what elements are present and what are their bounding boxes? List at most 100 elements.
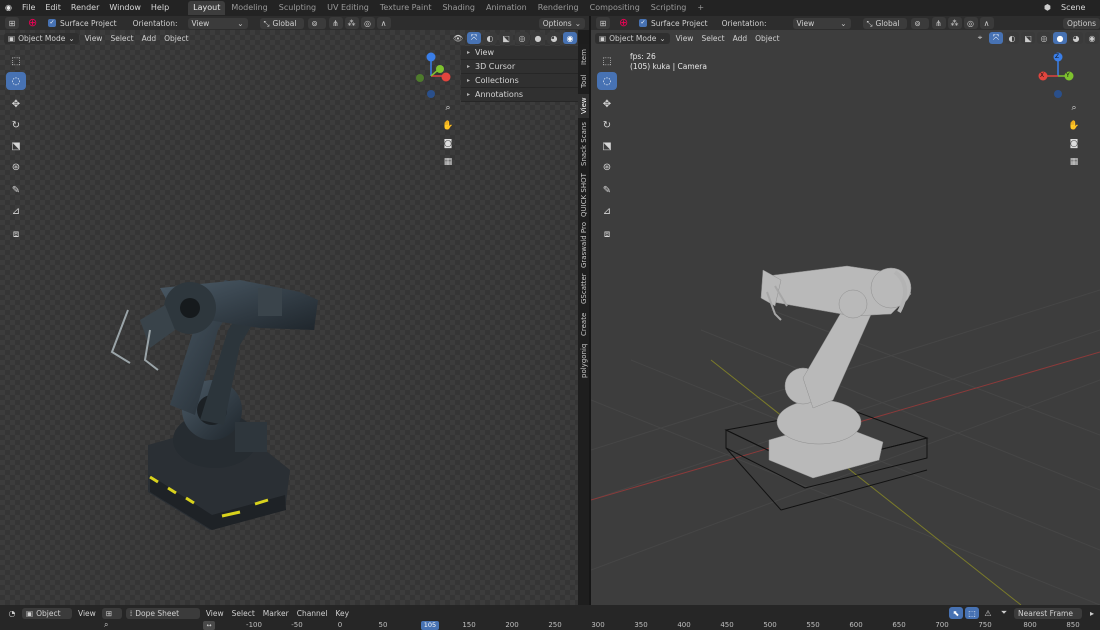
surface-project-checkbox[interactable]: ✓ — [639, 19, 647, 27]
dope-menu-select[interactable]: Select — [228, 609, 259, 618]
dope-sheet-mode-dropdown[interactable]: ⁞ Dope Sheet — [125, 607, 200, 619]
panel-annotations[interactable]: ▸ Annotations — [461, 88, 578, 102]
warning-icon[interactable]: ⚠ — [981, 607, 995, 619]
add-cube-tool-icon[interactable]: ⧈ — [6, 225, 26, 243]
orientation-dropdown[interactable]: View ⌄ — [792, 17, 851, 29]
camera-view-icon[interactable]: ◙ — [440, 136, 456, 152]
menu-window[interactable]: Window — [104, 0, 146, 16]
select-circle-tool[interactable]: ◌ — [6, 72, 26, 90]
only-selected-icon[interactable]: ⬉ — [949, 607, 963, 619]
add-cube-tool-icon[interactable]: ⧈ — [597, 225, 617, 243]
transform-tool-icon[interactable]: ⊛ — [597, 158, 617, 176]
snapping-mode-dropdown[interactable]: Nearest Frame — [1014, 607, 1082, 619]
annotate-tool-icon[interactable]: ✎ — [6, 181, 26, 199]
tab-compositing[interactable]: Compositing — [585, 1, 645, 15]
snap-icon[interactable]: ⋔ — [931, 17, 946, 29]
menu-render[interactable]: Render — [66, 0, 104, 16]
xray-toggle-icon[interactable]: ⬕ — [1021, 32, 1035, 44]
tab-shading[interactable]: Shading — [437, 1, 480, 15]
editor-type-icon[interactable]: ⊞ — [5, 17, 19, 29]
scale-tool-icon[interactable]: ⬔ — [6, 137, 26, 155]
pan-hand-icon[interactable]: ✋ — [440, 118, 456, 134]
cursor-tool-icon[interactable]: ⊕ — [28, 17, 42, 29]
menu-object[interactable]: Object — [160, 34, 192, 43]
menu-edit[interactable]: Edit — [40, 0, 66, 16]
range-toggle-icon[interactable]: ↔ — [203, 621, 215, 630]
left-viewport-rendered[interactable]: ⬚ ◌ ✥ ↻ ⬔ ⊛ ✎ ⊿ ⧈ ⌕ ✋ ◙ ▦ ▸ View ▸ 3D Curs… — [0, 30, 578, 605]
tab-animation[interactable]: Animation — [481, 1, 532, 15]
wireframe-shading-icon[interactable]: ◎ — [1037, 32, 1051, 44]
tab-uv-editing[interactable]: UV Editing — [322, 1, 374, 15]
zoom-icon[interactable]: ⌕ — [1066, 100, 1082, 116]
filter-icon[interactable]: ⏷ — [997, 607, 1011, 619]
wireframe-shading-icon[interactable]: ◎ — [515, 32, 529, 44]
transform-tool-icon[interactable]: ⊛ — [6, 158, 26, 176]
snap-target-icon[interactable]: ⁂ — [947, 17, 962, 29]
move-tool-icon[interactable]: ✥ — [597, 95, 617, 113]
transform-orientation-dropdown[interactable]: ⤡ Global — [259, 17, 304, 29]
transform-orientation-dropdown[interactable]: ⤡ Global — [862, 17, 907, 29]
snap-target-icon[interactable]: ⁂ — [344, 17, 359, 29]
dope-menu-key[interactable]: Key — [332, 609, 354, 618]
select-box-tool[interactable]: ⬚ — [597, 52, 617, 70]
search-icon[interactable]: ⌕ — [104, 620, 108, 630]
menu-add[interactable]: Add — [729, 34, 752, 43]
menu-view[interactable]: View — [81, 34, 107, 43]
menu-file[interactable]: File — [17, 0, 40, 16]
editor-type-icon[interactable]: ⊞ — [596, 17, 610, 29]
cursor-tool-icon[interactable]: ⊕ — [619, 17, 633, 29]
pivot-dropdown[interactable]: ⊚ — [910, 17, 929, 29]
dope-menu-view[interactable]: View — [202, 609, 228, 618]
tab-rendering[interactable]: Rendering — [533, 1, 584, 15]
scale-tool-icon[interactable]: ⬔ — [597, 137, 617, 155]
rendered-shading-icon[interactable]: ◉ — [563, 32, 577, 44]
measure-tool-icon[interactable]: ⊿ — [597, 202, 617, 220]
rendered-shading-icon[interactable]: ◉ — [1085, 32, 1099, 44]
options-dropdown[interactable]: Options ⌄ — [538, 17, 585, 29]
gizmo-toggle-icon[interactable]: ⤧ — [989, 32, 1003, 44]
measure-tool-icon[interactable]: ⊿ — [6, 202, 26, 220]
falloff-icon[interactable]: ∧ — [979, 17, 994, 29]
scene-selector[interactable]: Scene — [1056, 0, 1100, 16]
menu-select[interactable]: Select — [697, 34, 728, 43]
right-viewport-solid[interactable]: fps: 26 (105) kuka | Camera ⬚ ◌ ✥ ↻ ⬔ ⊛ … — [591, 30, 1100, 605]
overlay-toggle-icon[interactable]: ◐ — [1005, 32, 1019, 44]
snap-icon[interactable]: ⋔ — [328, 17, 343, 29]
show-hidden-icon[interactable]: ⬚ — [965, 607, 979, 619]
select-circle-tool[interactable]: ◌ — [597, 72, 617, 90]
perspective-grid-icon[interactable]: ▦ — [1066, 154, 1082, 170]
mode-icon-dropdown[interactable]: ⊞ — [101, 607, 122, 619]
material-shading-icon[interactable]: ◕ — [1069, 32, 1083, 44]
menu-object[interactable]: Object — [751, 34, 783, 43]
dope-menu-marker[interactable]: Marker — [259, 609, 293, 618]
mode-dropdown[interactable]: ▣ Object Mode ⌄ — [4, 32, 79, 44]
tab-sculpting[interactable]: Sculpting — [274, 1, 321, 15]
pan-hand-icon[interactable]: ✋ — [1066, 118, 1082, 134]
menu-help[interactable]: Help — [146, 0, 174, 16]
camera-view-icon[interactable]: ◙ — [1066, 136, 1082, 152]
pivot-dropdown[interactable]: ⊚ — [307, 17, 326, 29]
perspective-grid-icon[interactable]: ▦ — [440, 154, 456, 170]
falloff-icon[interactable]: ∧ — [376, 17, 391, 29]
menu-view[interactable]: View — [672, 34, 698, 43]
zoom-icon[interactable]: ⌕ — [440, 100, 456, 116]
panel-3d-cursor[interactable]: ▸ 3D Cursor — [461, 60, 578, 74]
tab-modeling[interactable]: Modeling — [226, 1, 272, 15]
proportional-edit-icon[interactable]: ◎ — [963, 17, 978, 29]
solid-shading-icon[interactable]: ● — [1053, 32, 1067, 44]
editor-type-icon[interactable]: ◔ — [5, 607, 19, 619]
options-dropdown[interactable]: Options — [1063, 17, 1100, 29]
proportional-edit-icon[interactable]: ◎ — [360, 17, 375, 29]
visibility-icon[interactable]: ⌖ — [973, 32, 987, 44]
tab-scripting[interactable]: Scripting — [646, 1, 692, 15]
current-frame-indicator[interactable]: 105 — [421, 621, 439, 630]
timeline-view-menu[interactable]: View — [74, 609, 100, 618]
menu-add[interactable]: Add — [138, 34, 161, 43]
object-selector[interactable]: ▣ Object — [22, 607, 72, 619]
rotate-tool-icon[interactable]: ↻ — [6, 116, 26, 134]
panel-view[interactable]: ▸ View — [461, 46, 578, 60]
menu-select[interactable]: Select — [106, 34, 137, 43]
more-icon[interactable]: ▸ — [1085, 607, 1099, 619]
move-tool-icon[interactable]: ✥ — [6, 95, 26, 113]
orientation-dropdown[interactable]: View ⌄ — [187, 17, 248, 29]
